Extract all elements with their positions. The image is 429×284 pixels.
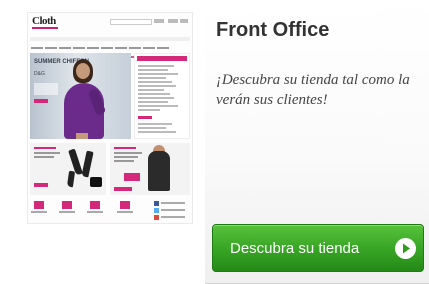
thumb-top-link bbox=[154, 19, 164, 23]
thumb-main-nav bbox=[30, 37, 190, 49]
thumb-sub-nav bbox=[30, 45, 190, 58]
promo-subtitle: ¡Descubra su tienda tal como la verán su… bbox=[216, 72, 410, 108]
thumb-menswear-block bbox=[110, 143, 190, 195]
thumb-product-blocks bbox=[30, 143, 190, 197]
discover-store-button[interactable]: Descubra su tienda bbox=[212, 224, 424, 272]
front-office-title: Front Office bbox=[216, 19, 330, 41]
thumb-boots-block bbox=[30, 143, 106, 195]
hero-shop-button bbox=[34, 99, 48, 103]
model-legs bbox=[76, 133, 88, 139]
store-logo: Cloth bbox=[32, 15, 56, 27]
store-preview-thumbnail: Cloth SUMMER CHIFFON D&G bbox=[28, 13, 192, 223]
hero-caption-box bbox=[34, 83, 58, 95]
thumb-sidebar-menu bbox=[134, 53, 190, 139]
logo-underline bbox=[32, 27, 58, 29]
thumb-top-link bbox=[180, 19, 188, 23]
hero-brand: D&G bbox=[34, 71, 45, 77]
thumb-hero-banner: SUMMER CHIFFON D&G bbox=[30, 53, 131, 139]
model-head bbox=[76, 63, 90, 79]
discover-store-label: Descubra su tienda bbox=[230, 240, 360, 257]
thumb-search-box bbox=[110, 19, 152, 25]
thumb-feature-icons bbox=[30, 201, 190, 220]
thumb-top-link bbox=[168, 19, 178, 23]
play-circle-icon bbox=[395, 238, 416, 259]
